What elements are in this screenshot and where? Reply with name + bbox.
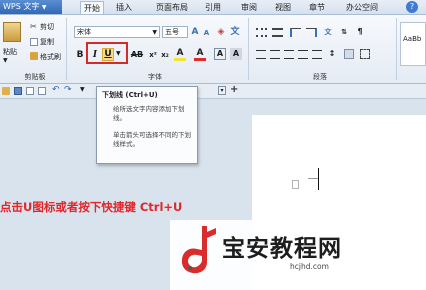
shading-icon[interactable] [344, 49, 354, 59]
copy-button[interactable]: 复制 [40, 37, 54, 47]
open-folder-icon[interactable] [2, 87, 10, 95]
tab-references[interactable]: 引用 [202, 1, 224, 14]
align-left-icon[interactable] [256, 50, 266, 59]
chevron-down-icon: ▼ [41, 4, 47, 11]
phonetic-icon[interactable]: 文 [230, 26, 240, 38]
paragraph-group-label: 段落 [313, 73, 327, 81]
tooltip-hint: 单击箭头可选择不同的下划线样式。 [113, 131, 191, 148]
font-size-value: 五号 [165, 28, 179, 36]
divider [248, 18, 249, 80]
paragraph-mark-icon [292, 180, 299, 189]
app-title: WPS 文字 [3, 2, 40, 11]
app-menu-button[interactable]: WPS 文字 ▼ [0, 0, 62, 14]
watermark-text: 宝安教程网 [222, 235, 342, 262]
add-tab-icon[interactable]: + [230, 84, 238, 95]
chevron-down-icon[interactable]: ▼ [80, 86, 85, 93]
char-border-icon[interactable]: A [214, 48, 226, 60]
italic-button[interactable]: I [90, 49, 100, 61]
style-sample: AaBb [403, 35, 422, 43]
font-group-label: 字体 [148, 73, 162, 81]
clipboard-group-label: 剪贴板 [24, 73, 46, 81]
line-spacing-icon[interactable]: ↕ [326, 48, 338, 60]
print-preview-icon[interactable] [38, 87, 46, 95]
sort-icon[interactable]: ⇅ [338, 26, 350, 38]
chevron-down-icon[interactable]: ▼ [116, 50, 121, 57]
style-gallery-item[interactable]: AaBb [400, 22, 426, 66]
tab-page-layout[interactable]: 页面布局 [150, 1, 194, 14]
font-name-select[interactable]: 宋体 ▼ [74, 26, 160, 38]
tab-view[interactable]: 视图 [272, 1, 294, 14]
shrink-font-icon[interactable]: A [202, 27, 211, 39]
watermark-logo [180, 224, 218, 276]
redo-icon[interactable]: ↷ [64, 85, 72, 95]
print-icon[interactable] [26, 87, 34, 95]
font-color-button[interactable]: A [194, 48, 206, 61]
superscript-icon[interactable]: x² [148, 49, 158, 61]
divider [396, 18, 397, 80]
show-marks-icon[interactable]: ¶ [354, 26, 366, 38]
subscript-icon[interactable]: x₂ [160, 49, 170, 61]
char-shading-icon[interactable]: A [230, 48, 242, 60]
margin-mark [308, 178, 318, 179]
format-painter-icon [30, 52, 38, 60]
font-name-value: 宋体 [77, 28, 91, 36]
grow-font-icon[interactable]: A [190, 26, 200, 38]
paste-button[interactable]: 粘贴 [3, 47, 17, 57]
watermark-url: hcjhd.com [290, 262, 329, 271]
format-painter-button[interactable]: 格式刷 [40, 52, 61, 62]
justify-icon[interactable] [298, 50, 308, 59]
underline-tooltip: 下划线 (Ctrl+U) 给所选文字内容添加下划线。 单击箭头可选择不同的下划线… [96, 86, 198, 164]
chevron-down-icon: ▼ [152, 29, 157, 36]
tab-insert[interactable]: 插入 [113, 1, 135, 14]
align-right-icon[interactable] [284, 50, 294, 59]
borders-icon[interactable] [360, 49, 370, 59]
tooltip-title: 下划线 (Ctrl+U) [102, 91, 158, 99]
bold-button[interactable]: B [75, 49, 85, 61]
tooltip-description: 给所选文字内容添加下划线。 [113, 105, 185, 122]
font-color-letter: A [196, 48, 204, 58]
help-icon[interactable]: ? [406, 1, 418, 13]
tab-review[interactable]: 审阅 [238, 1, 260, 14]
logo-icon [181, 226, 216, 274]
underline-button[interactable]: U [102, 48, 114, 61]
decrease-indent-icon[interactable] [290, 28, 301, 37]
increase-indent-icon[interactable] [306, 28, 317, 37]
chinese-layout-icon[interactable]: 文 [322, 26, 334, 38]
chevron-down-icon: ▼ [3, 57, 8, 64]
font-size-select[interactable]: 五号 [162, 26, 188, 38]
divider [66, 18, 67, 80]
scissors-icon: ✂ [30, 22, 37, 31]
clear-format-icon[interactable]: ◈ [216, 26, 226, 38]
align-center-icon[interactable] [270, 50, 280, 59]
paste-icon [3, 22, 21, 42]
text-cursor [318, 168, 319, 190]
distribute-icon[interactable] [312, 50, 322, 59]
strikethrough-button[interactable]: AB [130, 49, 144, 61]
highlight-letter: A [176, 48, 184, 58]
tab-office-space[interactable]: 办公空间 [340, 1, 384, 14]
new-tab-icon[interactable]: ▾ [218, 86, 226, 95]
highlight-color-button[interactable]: A [174, 48, 186, 61]
bullet-list-icon[interactable] [256, 28, 267, 37]
undo-icon[interactable]: ↶ [52, 85, 60, 95]
number-list-icon[interactable] [272, 28, 283, 37]
save-icon[interactable] [14, 87, 22, 95]
cut-button[interactable]: 剪切 [40, 22, 54, 32]
tab-chapter[interactable]: 章节 [306, 1, 328, 14]
tab-home[interactable]: 开始 [80, 1, 104, 14]
instruction-caption: 点击U图标或者按下快捷键 Ctrl+U [0, 200, 183, 214]
copy-icon [30, 38, 38, 46]
